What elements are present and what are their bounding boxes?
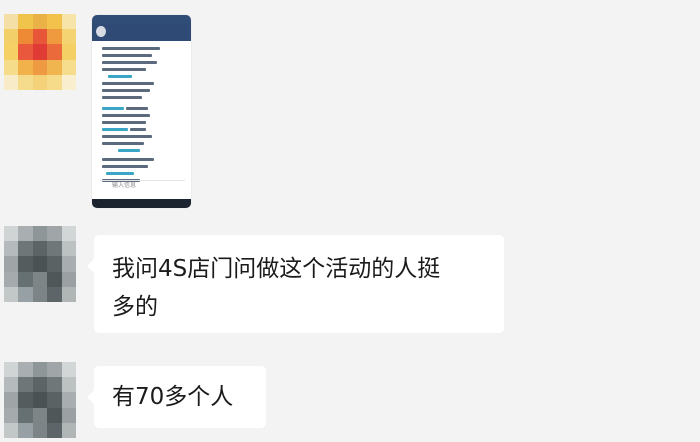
image-message[interactable]: 输入信息 [92, 15, 191, 208]
avatar-mosaic [4, 362, 76, 438]
phone-avatar-icon [96, 26, 106, 37]
message-text-line: 多的 [112, 294, 158, 320]
message-text-line: 有70多个人 [112, 384, 234, 410]
phone-header [92, 24, 191, 41]
avatar-mosaic [4, 14, 76, 90]
avatar[interactable] [4, 14, 76, 90]
phone-nav-bar [92, 199, 191, 208]
message-text-line: 我问4S店门问做这个活动的人挺 [112, 256, 441, 282]
phone-input-bar: 输入信息 [100, 180, 185, 191]
avatar[interactable] [4, 226, 76, 302]
message-bubble[interactable]: 我问4S店门问做这个活动的人挺 多的 [87, 235, 504, 333]
message-bubble[interactable]: 有70多个人 [87, 366, 266, 428]
phone-input-placeholder: 输入信息 [112, 182, 137, 189]
avatar-mosaic [4, 226, 76, 302]
phone-status-bar [92, 15, 191, 24]
avatar[interactable] [4, 362, 76, 438]
